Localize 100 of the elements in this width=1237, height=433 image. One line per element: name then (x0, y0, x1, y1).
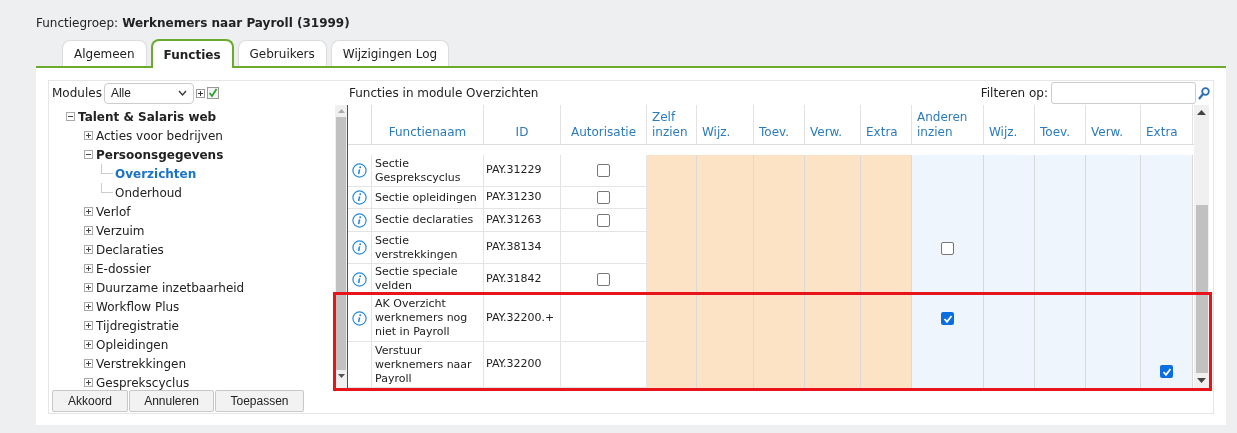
table-cell (1035, 155, 1086, 187)
scroll-thumb[interactable] (336, 117, 346, 370)
column-header[interactable]: Extra (1141, 105, 1193, 144)
info-icon[interactable] (352, 271, 367, 287)
table-cell: Sectie verstrekkingen (372, 232, 484, 264)
table-cell (805, 342, 861, 388)
modules-label: Modules (52, 85, 102, 102)
filter-label: Filteren op: (980, 85, 1048, 102)
tab[interactable]: Wijzigingen Log (330, 40, 450, 66)
expand-icon[interactable] (84, 264, 93, 273)
column-header[interactable]: Toev. (1035, 105, 1086, 144)
expand-icon[interactable] (84, 321, 93, 330)
tree-item[interactable]: Persoonsgegevens (96, 145, 224, 164)
expand-icon[interactable] (84, 226, 93, 235)
info-icon[interactable] (352, 310, 367, 326)
search-icon[interactable] (1198, 86, 1210, 100)
tree-item[interactable]: Verstrekkingen (96, 354, 187, 373)
table-cell: Sectie declaraties (372, 209, 484, 232)
tree-item[interactable]: E-dossier (96, 259, 152, 278)
table-cell (754, 155, 805, 187)
column-header[interactable]: Extra (861, 105, 912, 144)
tree-item[interactable]: Talent & Salaris web (78, 107, 217, 126)
column-header[interactable]: Toev. (754, 105, 805, 144)
tree-item[interactable]: Declaraties (96, 240, 164, 259)
info-icon[interactable] (352, 190, 367, 205)
button[interactable]: Toepassen (215, 390, 304, 412)
chevron-down-icon (177, 90, 187, 96)
table-cell (805, 155, 861, 187)
table-cell (647, 342, 697, 388)
scroll-down-icon[interactable] (337, 374, 345, 378)
expand-icon[interactable] (84, 340, 93, 349)
column-header[interactable]: Verw. (1086, 105, 1141, 144)
tree-item[interactable]: Opleidingen (96, 335, 169, 354)
column-header[interactable]: Anderen inzien (912, 105, 984, 144)
expand-icon[interactable] (84, 359, 93, 368)
button[interactable]: Akkoord (52, 390, 128, 412)
scroll-down-icon[interactable] (1197, 378, 1206, 383)
table-cell: Sectie speciale velden (372, 264, 484, 295)
checkbox[interactable] (597, 164, 610, 177)
table-cell (647, 295, 697, 342)
scrollbar[interactable] (335, 105, 347, 388)
tree-item[interactable]: Duurzame inzetbaarheid (96, 278, 245, 297)
table-cell (1035, 342, 1086, 388)
scroll-thumb[interactable] (1195, 204, 1208, 374)
table-cell (861, 342, 912, 388)
collapse-icon[interactable] (66, 112, 75, 121)
column-header[interactable]: Wijz. (697, 105, 754, 144)
tree-item[interactable]: Gesprekscyclus (96, 373, 190, 392)
table-cell (754, 342, 805, 388)
tree-item[interactable]: Overzichten (115, 164, 197, 183)
tree-item[interactable]: Verlof (96, 202, 131, 221)
expand-icon[interactable] (84, 283, 93, 292)
column-header[interactable]: ID (484, 105, 561, 144)
table-cell (697, 342, 754, 388)
column-header[interactable]: Verw. (805, 105, 861, 144)
expand-icon[interactable] (84, 131, 93, 140)
button[interactable]: Annuleren (129, 390, 214, 412)
column-header[interactable]: Wijz. (984, 105, 1035, 144)
checkbox[interactable] (597, 272, 610, 286)
tree-item[interactable]: Workflow Plus (96, 297, 180, 316)
tree-item[interactable]: Verzuim (96, 221, 145, 240)
tab[interactable]: Gebruikers (237, 40, 327, 66)
checkbox[interactable] (597, 213, 610, 227)
info-icon[interactable] (352, 240, 367, 255)
table-cell: Verstuur werknemers naar Payroll (372, 342, 484, 388)
modules-dropdown[interactable]: Alle (103, 82, 194, 104)
tree-item[interactable]: Acties voor bedrijven (96, 126, 223, 145)
table-cell (1035, 295, 1086, 342)
table-cell (754, 295, 805, 342)
expand-icon[interactable] (84, 378, 93, 387)
tree-item[interactable]: Onderhoud (115, 183, 182, 202)
table-title: Functies in module Overzichten (349, 85, 539, 102)
column-header[interactable]: Autorisatie (561, 105, 647, 144)
checkbox[interactable] (941, 312, 954, 325)
expand-icon[interactable] (84, 245, 93, 254)
table-cell (697, 155, 754, 187)
scroll-up-icon[interactable] (1197, 110, 1206, 115)
info-icon[interactable] (352, 163, 367, 178)
group-name: Werknemers naar Payroll (31999) (122, 15, 350, 32)
table-cell (1141, 155, 1193, 187)
checkbox[interactable] (597, 191, 610, 204)
column-header[interactable]: Zelf inzien (647, 105, 697, 144)
filter-field[interactable] (1051, 82, 1196, 104)
expand-icon[interactable] (195, 88, 205, 98)
expand-icon[interactable] (84, 207, 93, 216)
table-cell (861, 155, 912, 187)
collapse-icon[interactable] (84, 150, 93, 159)
tree-item[interactable]: Tijdregistratie (96, 316, 179, 335)
info-icon[interactable] (352, 212, 367, 228)
checkbox[interactable] (206, 87, 219, 99)
table-cell: Sectie Gesprekscyclus (372, 155, 484, 187)
table-cell (984, 155, 1035, 187)
tab[interactable]: Functies (150, 39, 234, 68)
scrollbar[interactable] (1194, 105, 1209, 388)
table-cell: Sectie opleidingen (372, 187, 484, 209)
checkbox[interactable] (941, 241, 954, 255)
tab[interactable]: Algemeen (62, 40, 147, 66)
checkbox[interactable] (1160, 365, 1173, 378)
column-header[interactable]: Functienaam (372, 105, 484, 144)
expand-icon[interactable] (84, 302, 93, 311)
